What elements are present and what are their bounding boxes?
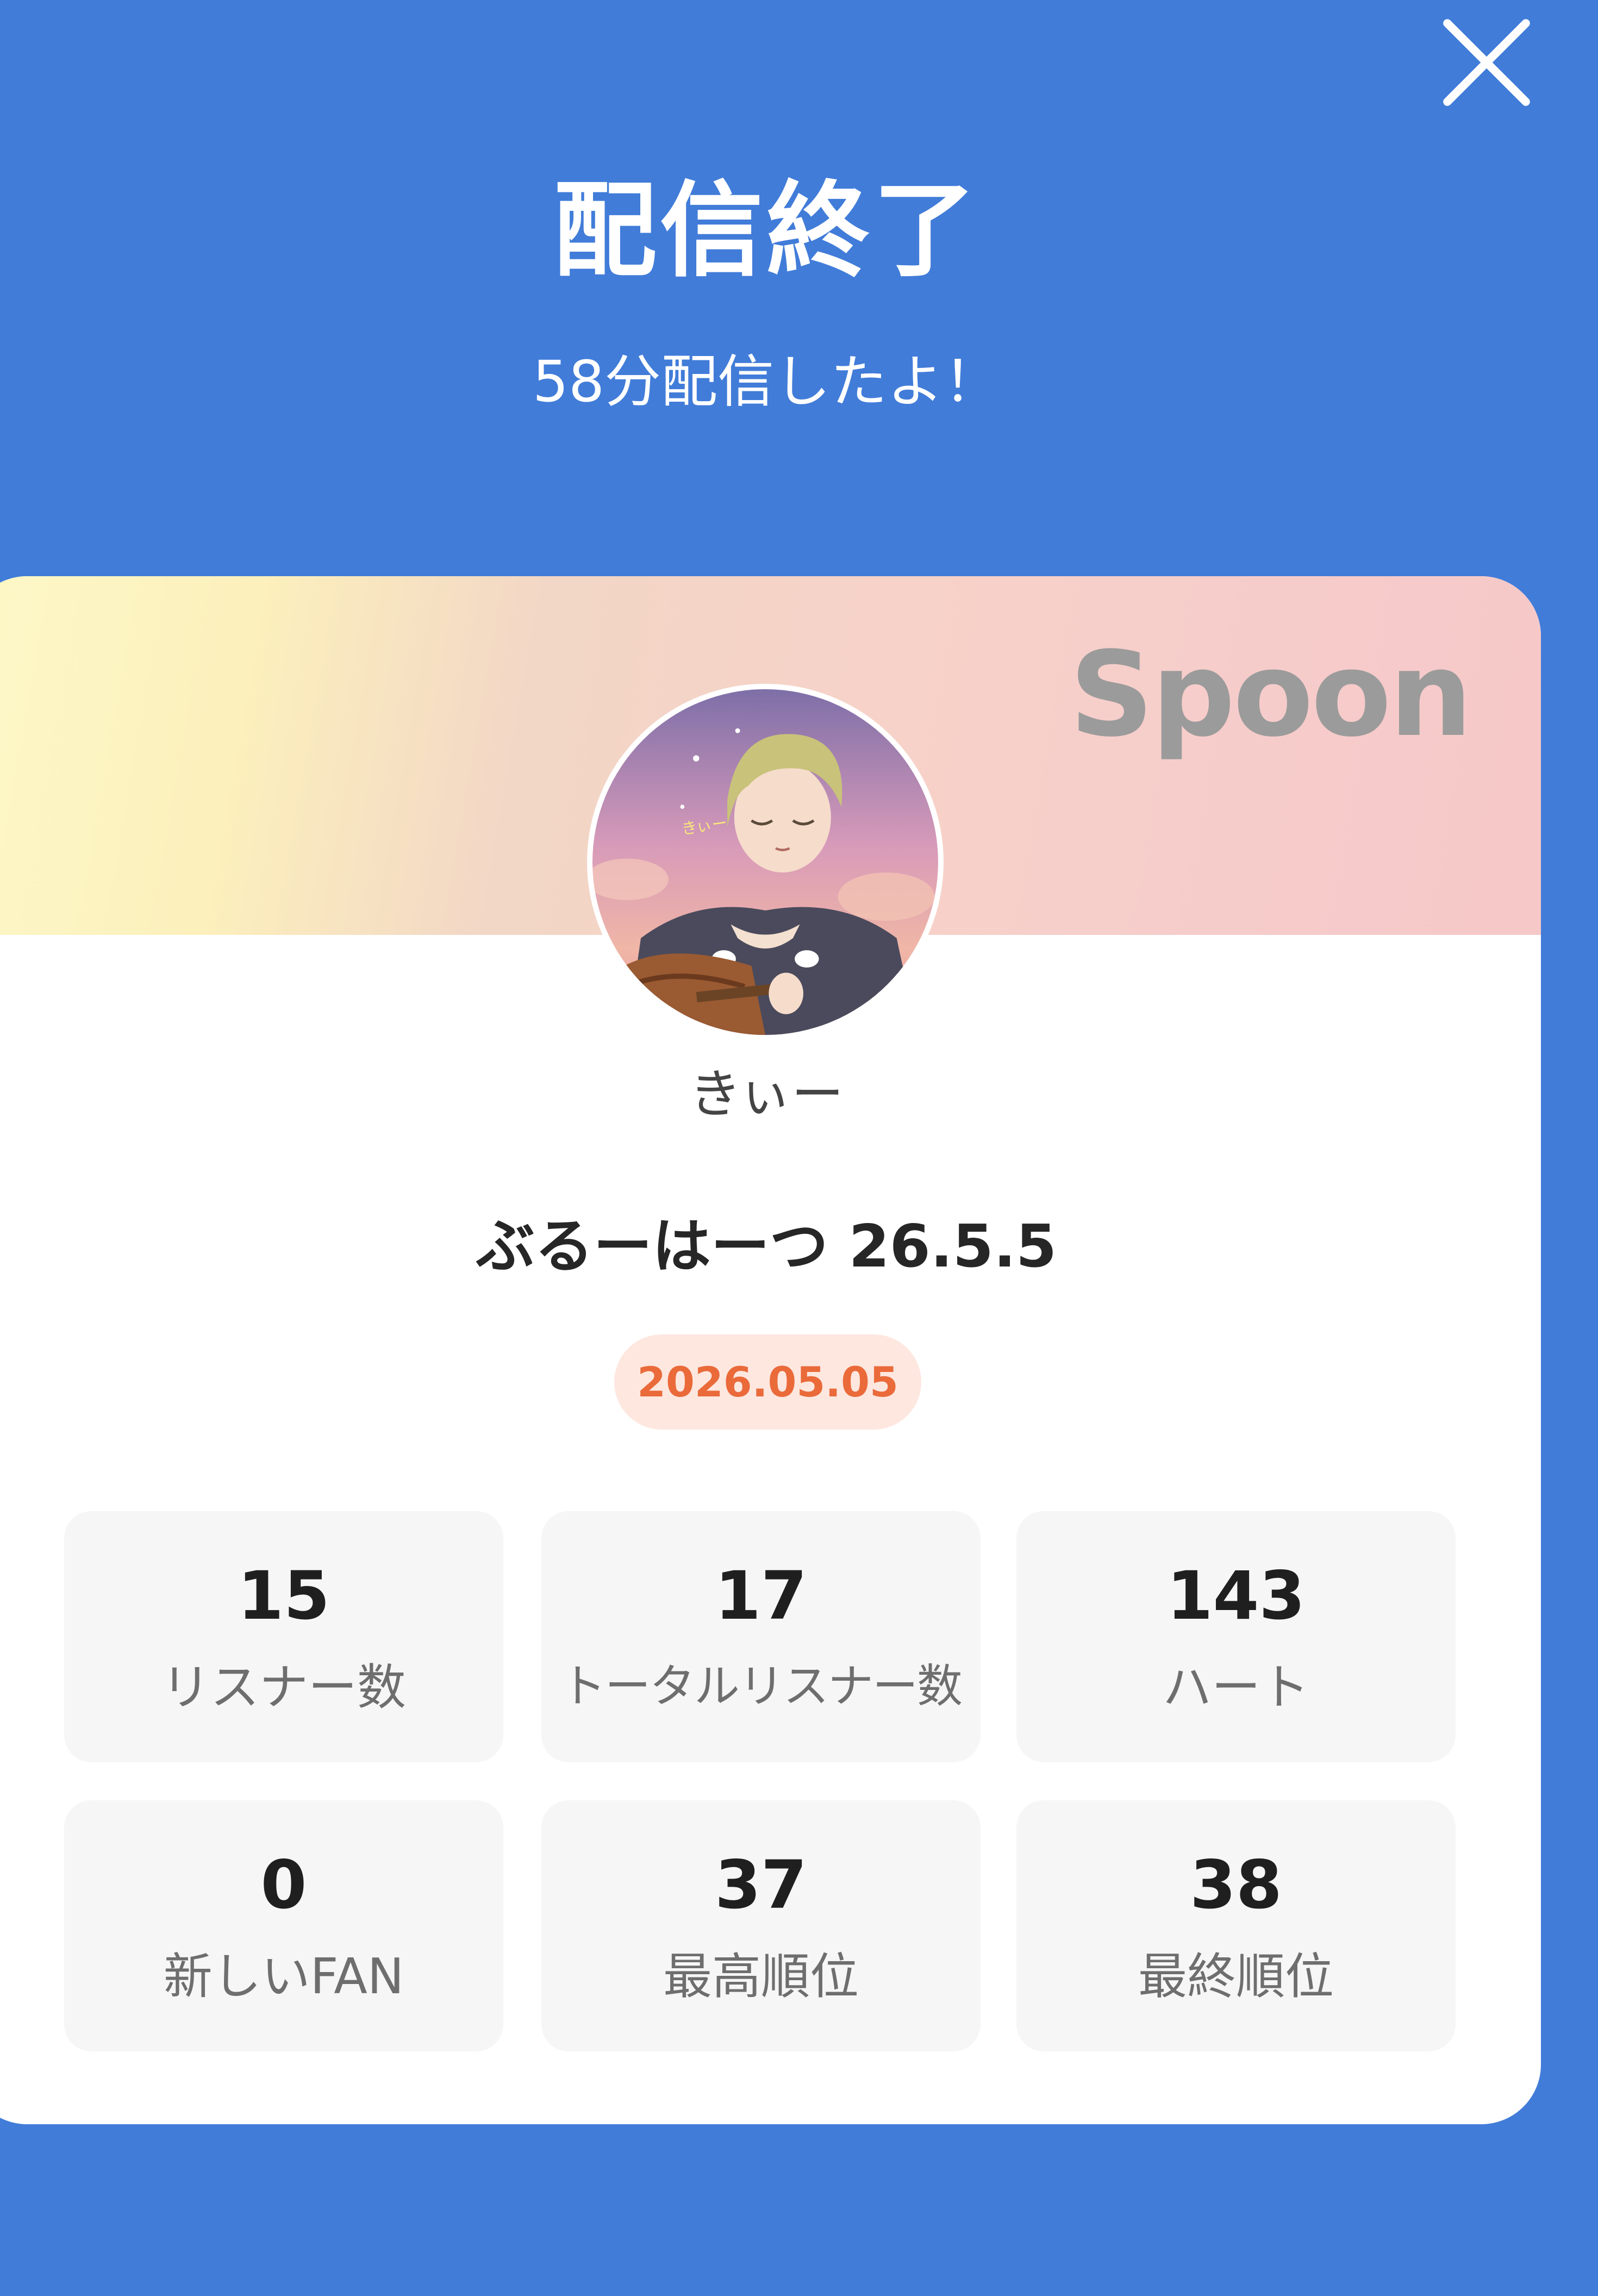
stat-final-rank: 38 最終順位	[1016, 1800, 1456, 2051]
avatar-image: きぃー	[592, 689, 938, 1035]
stat-value: 143	[1166, 1557, 1306, 1634]
avatar[interactable]: きぃー	[587, 684, 944, 1040]
stat-value: 37	[715, 1846, 807, 1924]
stat-value: 38	[1190, 1846, 1282, 1924]
live-title: ぶるーはーつ 26.5.5	[476, 1213, 1057, 1281]
username: きぃー	[689, 1064, 844, 1125]
stat-listeners: 15 リスナー数	[64, 1511, 503, 1762]
stat-label: トータルリスナー数	[560, 1659, 963, 1713]
stat-highest-rank: 37 最高順位	[541, 1800, 981, 2051]
stat-value: 17	[715, 1557, 807, 1634]
stat-total-listeners: 17 トータルリスナー数	[541, 1511, 981, 1762]
stat-new-fans: 0 新しいFAN	[64, 1800, 503, 2051]
date-badge: 2026.05.05	[614, 1334, 921, 1430]
stat-label: リスナー数	[161, 1659, 406, 1716]
stat-label: 最終順位	[1138, 1948, 1334, 2005]
stat-label: 最高順位	[663, 1948, 859, 2005]
stat-value: 0	[260, 1846, 307, 1924]
brand-logo: Spoon	[1069, 626, 1472, 763]
stat-label: 新しいFAN	[163, 1948, 404, 2005]
close-button[interactable]	[1435, 11, 1538, 114]
page-title: 配信終了	[553, 171, 979, 291]
close-icon	[1443, 19, 1530, 106]
stat-value: 15	[238, 1557, 330, 1634]
stat-hearts: 143 ハート	[1016, 1511, 1456, 1762]
stat-label: ハート	[1163, 1659, 1309, 1716]
page-subtitle: 58分配信したよ！	[532, 348, 1001, 415]
